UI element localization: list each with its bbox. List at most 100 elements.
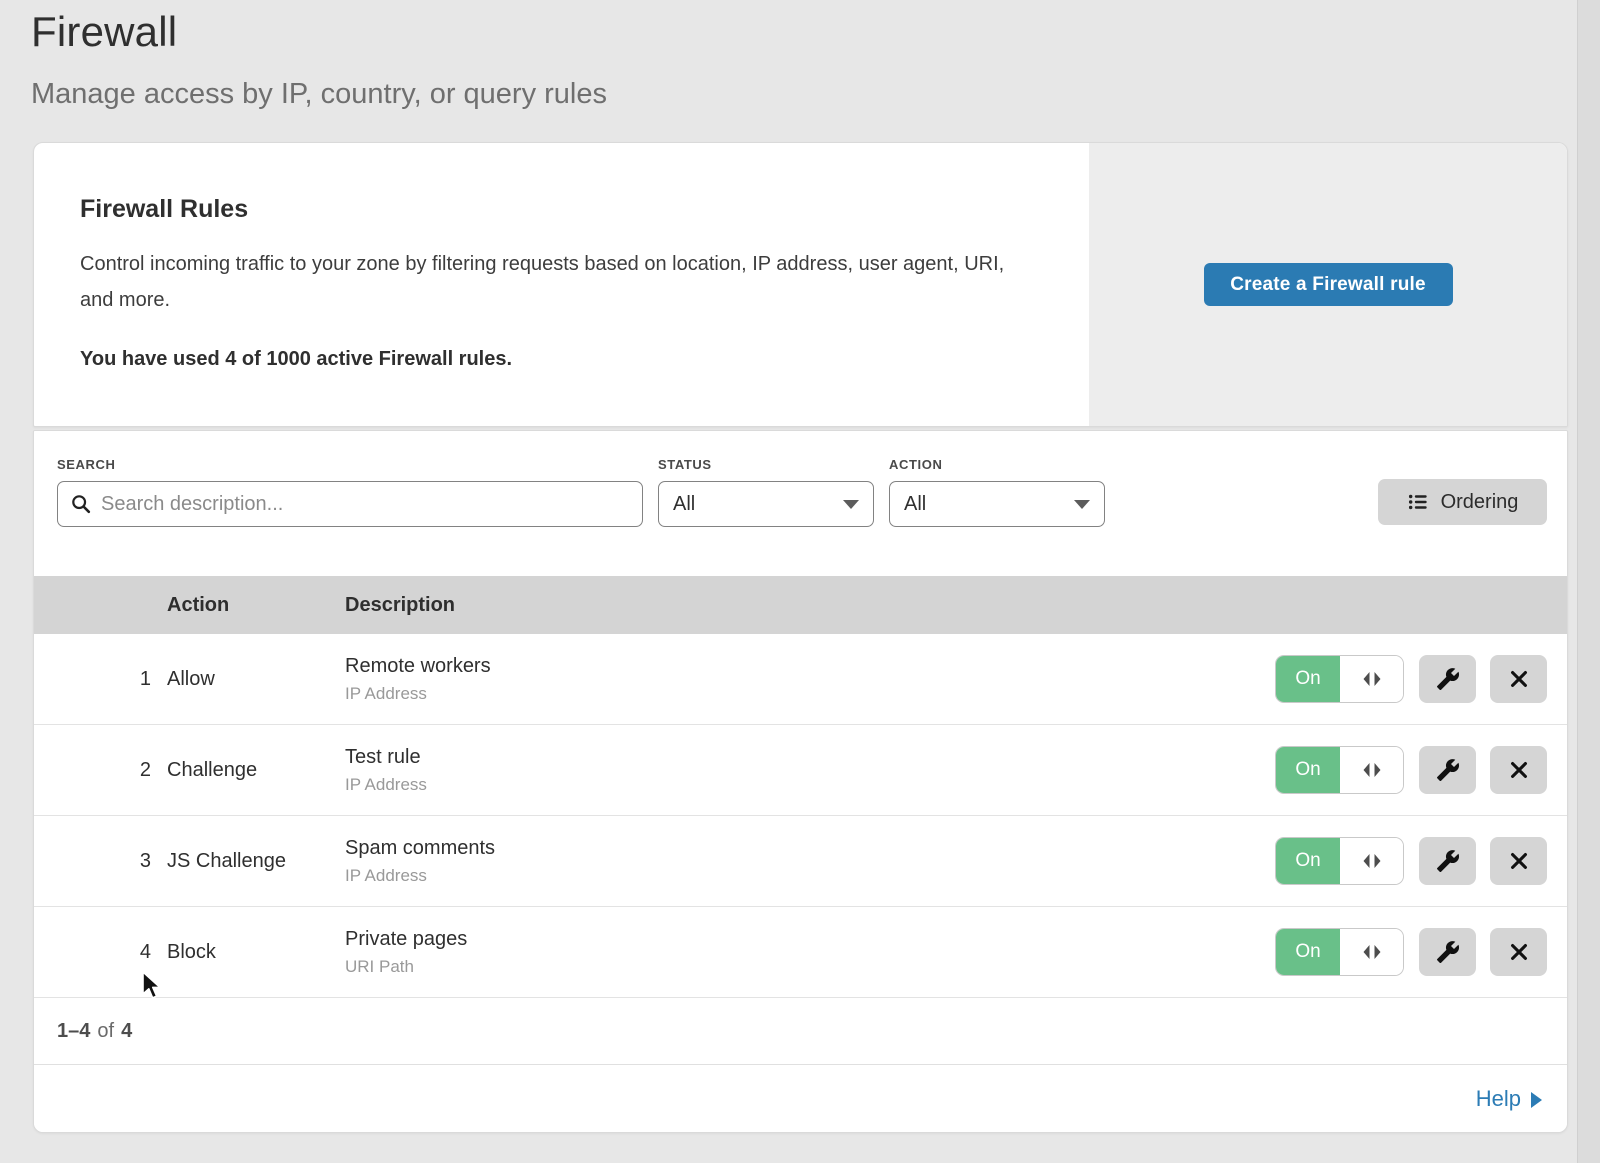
rule-action: Challenge: [167, 759, 345, 782]
delete-rule-button[interactable]: [1490, 655, 1547, 703]
rule-priority: 3: [34, 850, 167, 873]
rule-action: JS Challenge: [167, 850, 345, 873]
action-filter-group: ACTION All: [889, 457, 1105, 527]
rule-description-cell: Spam comments IP Address: [345, 837, 1276, 886]
rule-action: Allow: [167, 668, 345, 691]
rule-enabled-toggle[interactable]: On: [1276, 656, 1403, 702]
action-label: ACTION: [889, 457, 1105, 472]
rule-description-cell: Private pages URI Path: [345, 928, 1276, 977]
rule-action: Block: [167, 941, 345, 964]
close-icon: [1508, 759, 1530, 781]
page-title: Firewall: [31, 8, 1600, 56]
rules-card-description: Control incoming traffic to your zone by…: [80, 246, 1030, 318]
toggle-arrows-handle[interactable]: [1340, 747, 1403, 793]
close-icon: [1508, 668, 1530, 690]
rule-priority: 2: [34, 759, 167, 782]
toggle-on-segment[interactable]: On: [1276, 929, 1340, 975]
search-input[interactable]: [101, 493, 630, 516]
wrench-icon: [1436, 940, 1460, 964]
rule-description: Test rule: [345, 746, 1276, 769]
help-link-label: Help: [1476, 1086, 1521, 1112]
edit-rule-button[interactable]: [1419, 928, 1476, 976]
page-header: Firewall Manage access by IP, country, o…: [0, 0, 1600, 111]
rule-priority: 1: [34, 668, 167, 691]
wrench-icon: [1436, 849, 1460, 873]
edit-rule-button[interactable]: [1419, 837, 1476, 885]
firewall-rules-card-content: Firewall Rules Control incoming traffic …: [34, 143, 1089, 426]
delete-rule-button[interactable]: [1490, 928, 1547, 976]
rule-match-type: URI Path: [345, 957, 1276, 977]
firewall-page: Firewall Manage access by IP, country, o…: [0, 0, 1600, 1163]
help-link[interactable]: Help: [1476, 1086, 1542, 1112]
pagination-of: of: [97, 1020, 114, 1043]
rule-controls: On: [1276, 837, 1567, 885]
caret-down-icon: [843, 500, 859, 509]
search-icon: [70, 493, 92, 515]
rule-controls: On: [1276, 746, 1567, 794]
rule-description-cell: Remote workers IP Address: [345, 655, 1276, 704]
status-label: STATUS: [658, 457, 874, 472]
ordered-list-icon: [1407, 491, 1429, 513]
close-icon: [1508, 850, 1530, 872]
wrench-icon: [1436, 758, 1460, 782]
left-right-arrows-icon: [1360, 760, 1384, 780]
status-select[interactable]: All: [658, 481, 874, 527]
toggle-on-segment[interactable]: On: [1276, 747, 1340, 793]
edit-rule-button[interactable]: [1419, 746, 1476, 794]
search-label: SEARCH: [57, 457, 643, 472]
caret-down-icon: [1074, 500, 1090, 509]
toggle-on-segment[interactable]: On: [1276, 838, 1340, 884]
toggle-arrows-handle[interactable]: [1340, 838, 1403, 884]
ordering-wrap: Ordering: [1378, 457, 1547, 525]
action-select[interactable]: All: [889, 481, 1105, 527]
create-firewall-rule-button[interactable]: Create a Firewall rule: [1204, 263, 1453, 306]
firewall-rule-row: 4 Block Private pages URI Path On: [34, 907, 1567, 998]
help-arrow-icon: [1531, 1092, 1542, 1108]
rule-enabled-toggle[interactable]: On: [1276, 747, 1403, 793]
rule-description-cell: Test rule IP Address: [345, 746, 1276, 795]
rule-controls: On: [1276, 655, 1567, 703]
pagination-total: 4: [121, 1020, 132, 1043]
toggle-arrows-handle[interactable]: [1340, 929, 1403, 975]
ordering-button[interactable]: Ordering: [1378, 479, 1547, 525]
status-selected-value: All: [673, 493, 695, 516]
filters-bar: SEARCH STATUS All ACTION: [34, 431, 1567, 576]
firewall-rule-row: 1 Allow Remote workers IP Address On: [34, 634, 1567, 725]
description-column-header: Description: [345, 594, 1567, 617]
rule-enabled-toggle[interactable]: On: [1276, 929, 1403, 975]
rule-match-type: IP Address: [345, 775, 1276, 795]
status-filter-group: STATUS All: [658, 457, 874, 527]
delete-rule-button[interactable]: [1490, 837, 1547, 885]
search-filter-group: SEARCH: [57, 457, 643, 527]
rule-description: Remote workers: [345, 655, 1276, 678]
delete-rule-button[interactable]: [1490, 746, 1547, 794]
rule-match-type: IP Address: [345, 684, 1276, 704]
edit-rule-button[interactable]: [1419, 655, 1476, 703]
rule-controls: On: [1276, 928, 1567, 976]
left-right-arrows-icon: [1360, 669, 1384, 689]
left-right-arrows-icon: [1360, 851, 1384, 871]
rule-description: Spam comments: [345, 837, 1276, 860]
search-input-box[interactable]: [57, 481, 643, 527]
pagination-footer: 1–4 of 4: [34, 998, 1567, 1064]
close-icon: [1508, 941, 1530, 963]
pagination-range: 1–4: [57, 1020, 90, 1043]
firewall-rule-row: 3 JS Challenge Spam comments IP Address …: [34, 816, 1567, 907]
help-row: Help: [34, 1064, 1567, 1132]
page-subtitle: Manage access by IP, country, or query r…: [31, 78, 1600, 111]
rule-description: Private pages: [345, 928, 1276, 951]
left-right-arrows-icon: [1360, 942, 1384, 962]
rule-priority: 4: [34, 941, 167, 964]
firewall-rules-card: Firewall Rules Control incoming traffic …: [33, 142, 1568, 427]
rules-list-card: SEARCH STATUS All ACTION: [33, 430, 1568, 1133]
action-selected-value: All: [904, 493, 926, 516]
toggle-arrows-handle[interactable]: [1340, 656, 1403, 702]
action-column-header: Action: [167, 594, 345, 617]
wrench-icon: [1436, 667, 1460, 691]
rules-usage-note: You have used 4 of 1000 active Firewall …: [80, 348, 1049, 371]
toggle-on-segment[interactable]: On: [1276, 656, 1340, 702]
ordering-button-label: Ordering: [1441, 491, 1519, 514]
table-header: Action Description: [34, 576, 1567, 634]
rule-enabled-toggle[interactable]: On: [1276, 838, 1403, 884]
rule-match-type: IP Address: [345, 866, 1276, 886]
